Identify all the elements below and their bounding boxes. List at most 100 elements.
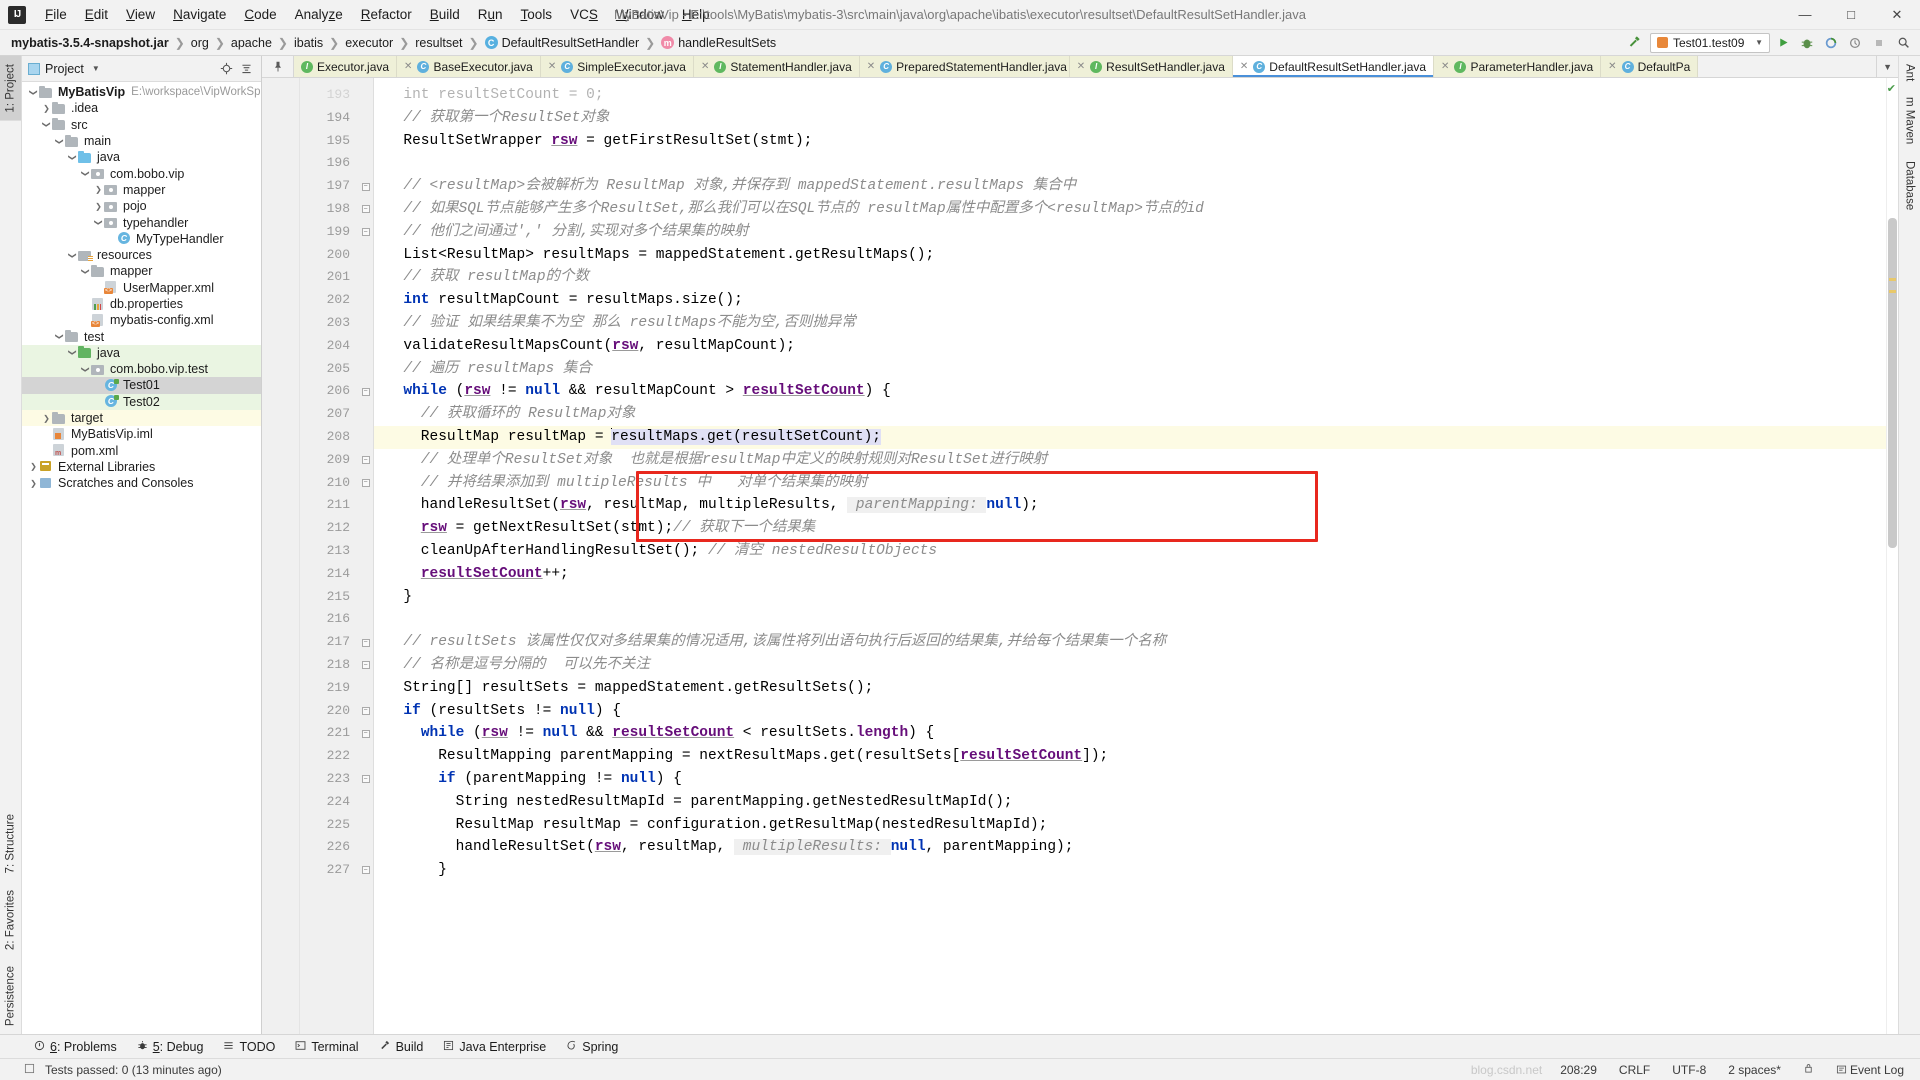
editor-tab-preparedstatementhandler-java[interactable]: ✕ C PreparedStatementHandler.java [859, 56, 1070, 77]
fold-marker[interactable] [358, 426, 373, 449]
code-line[interactable]: handleResultSet(rsw, resultMap, multiple… [386, 494, 1886, 517]
breadcrumb-item-mybatis-3-5-4-snapshot-jar[interactable]: mybatis-3.5.4-snapshot.jar [8, 35, 172, 51]
menu-vcs[interactable]: VCS [561, 3, 607, 26]
sidebar-item-project[interactable]: 1: Project [0, 56, 21, 121]
maximize-button[interactable]: □ [1828, 0, 1874, 30]
tree-node-mytypehandler[interactable]: MyTypeHandler [22, 231, 261, 247]
tree-node-mapper[interactable]: ❯ mapper [22, 263, 261, 279]
breadcrumb-item-apache[interactable]: apache [228, 35, 275, 51]
stop-button[interactable] [1868, 32, 1890, 54]
fold-toggle-icon[interactable]: − [361, 729, 370, 738]
code-line[interactable]: // 他们之间通过',' 分割,实现对多个结果集的映射 [386, 221, 1886, 244]
close-icon[interactable]: ✕ [404, 61, 412, 72]
indent-setting[interactable]: 2 spaces* [1724, 1062, 1785, 1078]
chevron-down-icon[interactable]: ❯ [68, 347, 77, 358]
fold-marker[interactable] [358, 608, 373, 631]
fold-marker[interactable] [358, 586, 373, 609]
fold-marker[interactable] [358, 494, 373, 517]
code-line[interactable]: ResultMapping parentMapping = nextResult… [386, 745, 1886, 768]
code-line[interactable]: // 处理单个ResultSet对象 也就是根据resultMap中定义的映射规… [386, 449, 1886, 472]
chevron-down-icon[interactable]: ❯ [81, 364, 90, 375]
code-line[interactable]: int resultMapCount = resultMaps.size(); [386, 289, 1886, 312]
tool-window-terminal[interactable]: Terminal [285, 1037, 368, 1057]
file-encoding[interactable]: UTF-8 [1668, 1062, 1710, 1078]
menu-tools[interactable]: Tools [512, 3, 562, 26]
tree-node-target[interactable]: ❯ target [22, 409, 261, 427]
tree-node-resources[interactable]: ❯ resources [22, 247, 261, 263]
close-icon[interactable]: ✕ [1441, 61, 1449, 72]
editor-scrollbar[interactable]: ✔ [1886, 78, 1898, 1034]
code-line[interactable]: String nestedResultMapId = parentMapping… [386, 791, 1886, 814]
tree-node-java[interactable]: ❯ java [22, 344, 261, 362]
tree-node-db-properties[interactable]: db.properties [22, 296, 261, 312]
fold-marker[interactable]: − [358, 198, 373, 221]
chevron-right-icon[interactable]: ❯ [28, 479, 39, 488]
fold-marker[interactable] [358, 289, 373, 312]
tree-node-com-bobo-vip[interactable]: ❯ com.bobo.vip [22, 165, 261, 181]
fold-marker[interactable]: − [358, 221, 373, 244]
sidebar-item-maven[interactable]: m Maven [1900, 89, 1920, 152]
chevron-down-icon[interactable]: ❯ [55, 136, 64, 147]
fold-marker[interactable] [358, 540, 373, 563]
run-configuration-selector[interactable]: Test01.test09 ▼ [1650, 32, 1770, 53]
breakpoint-gutter[interactable] [262, 78, 300, 1034]
line-separator[interactable]: CRLF [1615, 1062, 1654, 1078]
fold-marker[interactable] [358, 836, 373, 859]
chevron-right-icon[interactable]: ❯ [41, 104, 52, 113]
menu-analyze[interactable]: Analyze [286, 3, 352, 26]
fold-marker[interactable] [358, 563, 373, 586]
tree-node-mapper[interactable]: ❯ mapper [22, 182, 261, 198]
fold-toggle-icon[interactable]: − [361, 661, 370, 670]
tree-node-src[interactable]: ❯ src [22, 117, 261, 133]
close-icon[interactable]: ✕ [548, 61, 556, 72]
sidebar-item-database[interactable]: Database [1900, 153, 1920, 218]
code-line[interactable]: // 并将结果添加到 multipleResults 中 对单个结果集的映射 [386, 472, 1886, 495]
fold-marker[interactable] [358, 335, 373, 358]
code-folding-gutter[interactable]: − − − − − − − − − − − − [358, 78, 374, 1034]
profile-button[interactable] [1844, 32, 1866, 54]
fold-marker[interactable] [358, 130, 373, 153]
fold-marker[interactable] [358, 266, 373, 289]
collapse-all-icon[interactable] [237, 60, 255, 78]
tree-node-mybatisvip[interactable]: ❯ MyBatisVip E:\workspace\VipWorkSpace\M [22, 84, 261, 100]
code-line[interactable]: cleanUpAfterHandlingResultSet(); // 清空 n… [386, 540, 1886, 563]
code-line[interactable] [386, 608, 1886, 631]
tree-node-mybatisvip-iml[interactable]: MyBatisVip.iml [22, 426, 261, 442]
fold-marker[interactable] [358, 107, 373, 130]
chevron-down-icon[interactable]: ❯ [42, 119, 51, 130]
fold-marker[interactable] [358, 244, 373, 267]
code-line[interactable]: // 名称是逗号分隔的 可以先不关注 [386, 654, 1886, 677]
breadcrumb-item-ibatis[interactable]: ibatis [291, 35, 326, 51]
fold-marker[interactable]: − [358, 380, 373, 403]
tool-window-problems[interactable]: 6: Problems [24, 1037, 127, 1057]
chevron-down-icon[interactable]: ❯ [81, 168, 90, 179]
project-panel-title[interactable]: Project ▼ [28, 62, 100, 76]
run-button[interactable] [1772, 32, 1794, 54]
fold-marker[interactable] [358, 791, 373, 814]
close-icon[interactable]: ✕ [1077, 61, 1085, 72]
fold-marker[interactable] [358, 745, 373, 768]
tree-node-usermapper-xml[interactable]: UserMapper.xml [22, 280, 261, 296]
fold-marker[interactable] [358, 814, 373, 837]
source-code[interactable]: int resultSetCount = 0; // 获取第一个ResultSe… [374, 78, 1886, 1034]
chevron-right-icon[interactable]: ❯ [93, 202, 104, 211]
fold-toggle-icon[interactable]: − [361, 387, 370, 396]
chevron-right-icon[interactable]: ❯ [93, 185, 104, 194]
breadcrumb-item-handleresultsets[interactable]: m handleResultSets [658, 35, 779, 51]
menu-file[interactable]: File [36, 3, 76, 26]
fold-marker[interactable] [358, 358, 373, 381]
fold-marker[interactable]: − [358, 859, 373, 882]
menu-view[interactable]: View [117, 3, 164, 26]
fold-marker[interactable]: − [358, 472, 373, 495]
tree-node--idea[interactable]: ❯ .idea [22, 100, 261, 116]
minimize-button[interactable]: — [1782, 0, 1828, 30]
close-icon[interactable]: ✕ [1240, 61, 1248, 72]
fold-marker[interactable]: − [358, 654, 373, 677]
tool-window-build[interactable]: Build [369, 1036, 434, 1057]
tree-node-test01[interactable]: Test01 [22, 377, 261, 394]
breadcrumb-item-defaultresultsethandler[interactable]: C DefaultResultSetHandler [482, 35, 643, 51]
fold-marker[interactable]: − [358, 768, 373, 791]
code-line[interactable]: while (rsw != null && resultMapCount > r… [386, 380, 1886, 403]
event-log-button[interactable]: Event Log [1832, 1062, 1908, 1078]
fold-toggle-icon[interactable]: − [361, 478, 370, 487]
